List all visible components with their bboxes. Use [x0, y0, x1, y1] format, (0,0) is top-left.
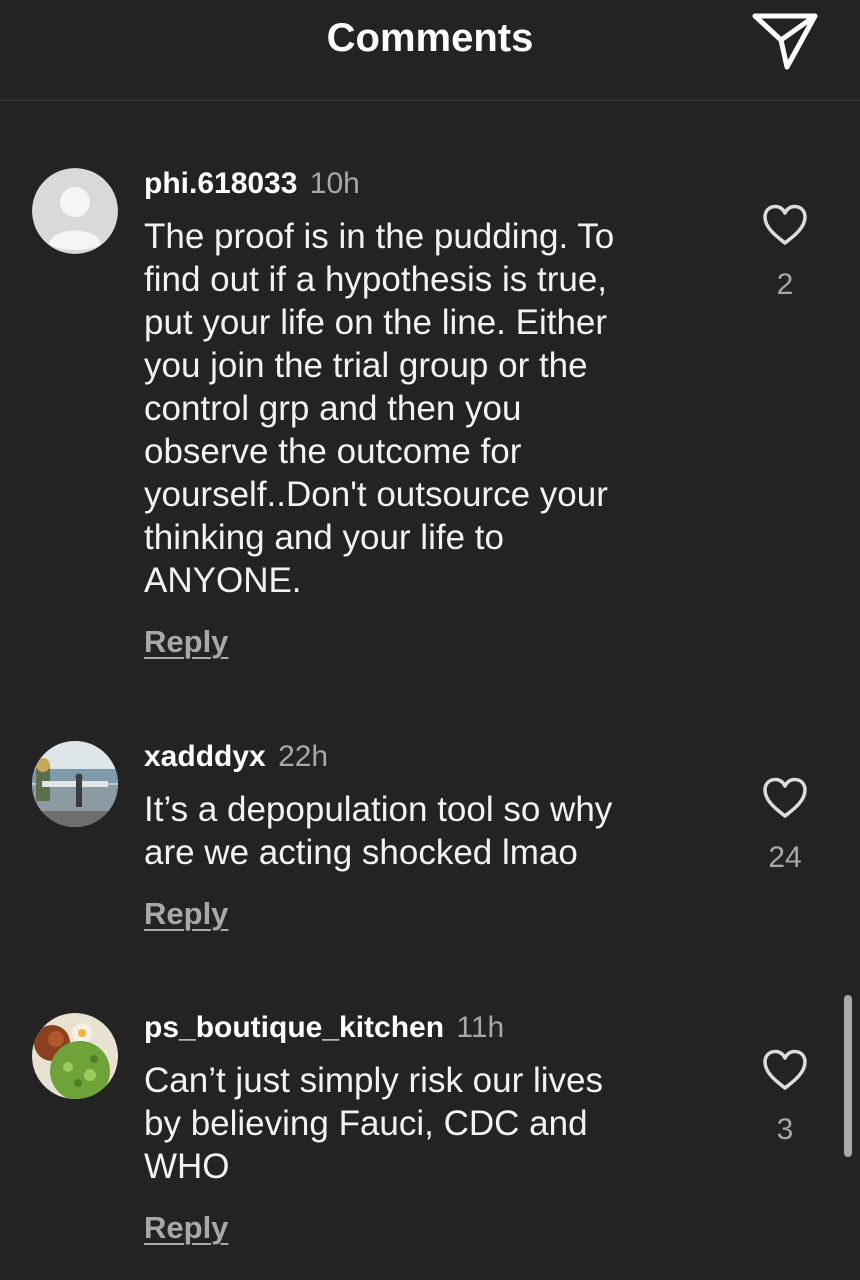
like-button[interactable] — [762, 777, 808, 819]
like-button[interactable] — [762, 204, 808, 246]
comment-text: It’s a depopulation tool so why are we a… — [144, 790, 613, 872]
timestamp: 11h — [456, 1011, 505, 1044]
username[interactable]: xadddyx — [144, 740, 266, 773]
timestamp: 10h — [309, 167, 360, 200]
photo-avatar-food — [32, 1013, 118, 1099]
like-count: 2 — [776, 268, 794, 301]
reply-button[interactable]: Reply — [144, 624, 228, 660]
page-title: Comments — [326, 16, 534, 60]
photo-avatar-outdoor — [32, 741, 118, 827]
default-avatar-icon — [32, 168, 118, 254]
avatar[interactable] — [32, 741, 118, 827]
paper-plane-icon — [752, 13, 818, 70]
header: Comments — [0, 0, 860, 101]
comment-meta: ps_boutique_kitchen 11h — [144, 1008, 504, 1048]
scrollbar[interactable] — [844, 995, 852, 1157]
avatar[interactable] — [32, 168, 118, 254]
timestamp: 22h — [278, 740, 329, 773]
heart-icon — [763, 204, 807, 245]
username[interactable]: phi.618033 — [144, 167, 297, 200]
comment-text: The proof is in the pudding. To find out… — [144, 217, 615, 600]
reply-button[interactable]: Reply — [144, 896, 228, 932]
comment-text: Can’t just simply risk our lives by beli… — [144, 1061, 603, 1186]
comment-meta: phi.618033 10h — [144, 164, 360, 204]
avatar[interactable] — [32, 1013, 118, 1099]
comment-meta: xadddyx 22h — [144, 737, 328, 777]
share-button[interactable] — [750, 10, 820, 72]
reply-button[interactable]: Reply — [144, 1210, 228, 1246]
heart-icon — [763, 1049, 807, 1090]
heart-icon — [763, 777, 807, 818]
like-button[interactable] — [762, 1049, 808, 1091]
comments-screen: Comments phi.618033 10h The proof is in … — [0, 0, 860, 1280]
username[interactable]: ps_boutique_kitchen — [144, 1011, 444, 1044]
like-count: 24 — [768, 841, 802, 874]
like-count: 3 — [776, 1113, 794, 1146]
